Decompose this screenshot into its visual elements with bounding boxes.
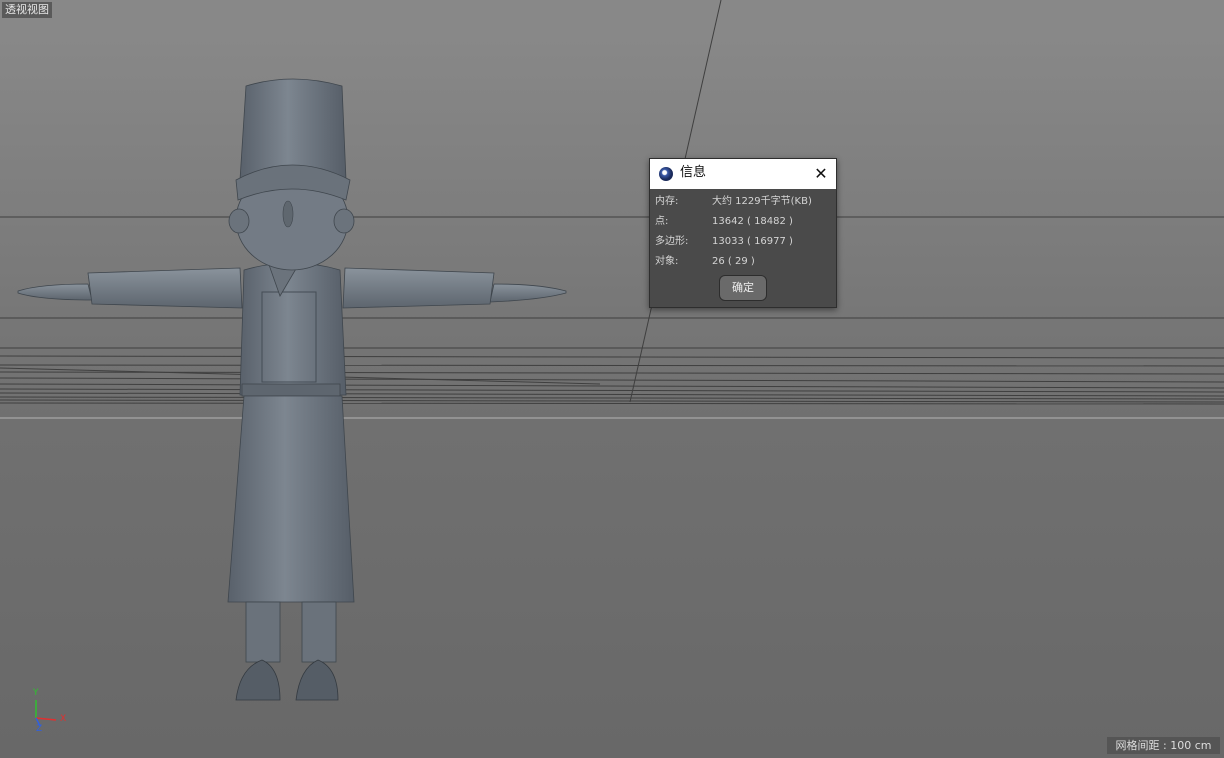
axis-gizmo [35,700,57,727]
grid-line [0,396,1224,400]
info-label: 内存: [655,196,679,207]
right-hand [489,283,567,303]
dialog-title: 信息 [680,165,707,180]
right-arm [342,267,495,309]
info-value: 26 ( 29 ) [712,256,755,267]
perspective-viewport[interactable]: Y X Z 透视视图 网格间距 : 100 cm [0,0,1224,758]
info-value: 13642 ( 18482 ) [712,216,793,227]
info-value: 13033 ( 16977 ) [712,236,793,247]
belt [241,383,341,397]
info-dialog: 信息 ✕ 内存: 大约 1229千字节(KB) 点: 13642 ( 18482… [649,158,837,308]
left-leg [245,601,281,663]
grid-line [0,377,1224,383]
grid-line [0,355,1224,359]
grid-line [0,392,1224,397]
left-arm [87,267,243,309]
grid-lines [0,0,1224,405]
info-value: 大约 1229千字节(KB) [712,196,812,207]
info-label: 多边形: [655,236,689,247]
axis-y-label: Y [33,688,39,698]
close-icon[interactable]: ✕ [812,165,830,183]
left-hand [17,283,93,301]
grid-line [0,383,1224,389]
grid-line [0,388,1224,393]
right-shoe [295,659,339,701]
left-ear [228,208,250,234]
chef-jacket [239,262,347,396]
axis-x-label: X [60,714,67,724]
viewport-name-label[interactable]: 透视视图 [2,2,52,18]
left-shoe [235,659,281,701]
grid-line [0,402,1224,405]
grid-line [0,399,1224,403]
dialog-titlebar[interactable]: 信息 ✕ [650,159,836,189]
grid-line [0,364,1224,367]
scene-canvas[interactable] [0,0,1224,758]
axis-z-label: Z [36,724,43,734]
nose [282,200,294,228]
right-leg [301,601,337,663]
cinema4d-app-icon [659,167,673,181]
ok-button[interactable]: 确定 [719,275,767,301]
info-label: 对象: [655,256,679,267]
right-ear [333,208,355,234]
apron [227,395,355,603]
axis-x-line [35,717,57,721]
info-label: 点: [655,216,669,227]
grid-spacing-readout: 网格间距 : 100 cm [1107,737,1220,754]
